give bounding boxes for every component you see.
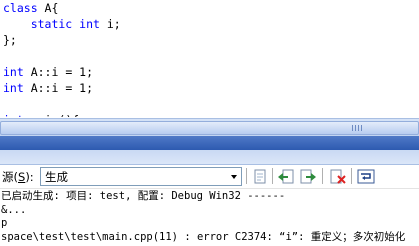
toolbar-separator xyxy=(322,168,323,184)
code-keyword: class xyxy=(3,1,38,15)
code-text: i; xyxy=(99,17,121,31)
scrollbar-grip-icon xyxy=(352,125,362,131)
output-line: 已启动生成: 项目: test, 配置: Debug Win32 ------ xyxy=(1,190,286,202)
code-line[interactable]: int A::i = 1; xyxy=(3,80,93,96)
output-panel-tab-strip xyxy=(0,150,419,165)
code-text: A::i = 1; xyxy=(23,65,94,79)
toolbar-separator xyxy=(246,168,247,184)
output-line: &... xyxy=(1,203,27,216)
code-line[interactable]: class A{ xyxy=(3,0,58,16)
goto-location-icon xyxy=(254,169,266,184)
code-keyword: int xyxy=(3,81,24,95)
output-text-area[interactable]: 已启动生成: 项目: test, 配置: Debug Win32 ------ &… xyxy=(0,189,419,246)
code-line[interactable]: int main(){ xyxy=(3,112,79,117)
output-source-dropdown[interactable]: 生成 xyxy=(40,167,242,186)
code-text: }; xyxy=(3,33,17,47)
clear-all-icon xyxy=(330,169,346,184)
word-wrap-icon xyxy=(357,169,375,184)
previous-message-icon xyxy=(278,169,294,184)
code-line[interactable]: }; xyxy=(3,32,17,48)
code-text: main(){ xyxy=(24,113,79,117)
output-line: space\test\test\main.cpp(11) : error C23… xyxy=(1,230,406,243)
code-text: A::i = 1; xyxy=(23,81,94,95)
next-message-icon xyxy=(300,169,316,184)
clear-all-button[interactable] xyxy=(329,168,347,185)
toolbar-separator xyxy=(272,168,273,184)
output-toolbar: 源(S): 生成 xyxy=(0,165,419,189)
word-wrap-button[interactable] xyxy=(357,168,375,185)
toolbar-separator xyxy=(351,168,352,184)
code-text: A{ xyxy=(37,1,59,15)
show-output-from-label: 源(S): xyxy=(2,170,34,184)
next-message-button[interactable] xyxy=(299,168,317,185)
previous-message-button[interactable] xyxy=(277,168,295,185)
code-line[interactable]: int A::i = 1; xyxy=(3,64,93,80)
output-line: p xyxy=(1,217,8,229)
code-editor[interactable]: class A{ static int i;}; int A::i = 1; int… xyxy=(0,0,419,117)
chevron-down-icon[interactable] xyxy=(227,168,241,185)
code-line[interactable]: static int i; xyxy=(3,16,121,32)
scrollbar-thumb[interactable] xyxy=(0,121,419,135)
code-keyword: int xyxy=(3,65,24,79)
goto-location-button[interactable] xyxy=(251,168,269,185)
output-panel-title-bar[interactable] xyxy=(0,136,419,150)
editor-horizontal-scrollbar[interactable] xyxy=(0,118,419,136)
code-keyword: static int xyxy=(3,17,100,31)
output-source-value: 生成 xyxy=(45,170,68,184)
code-keyword: int xyxy=(3,113,24,117)
